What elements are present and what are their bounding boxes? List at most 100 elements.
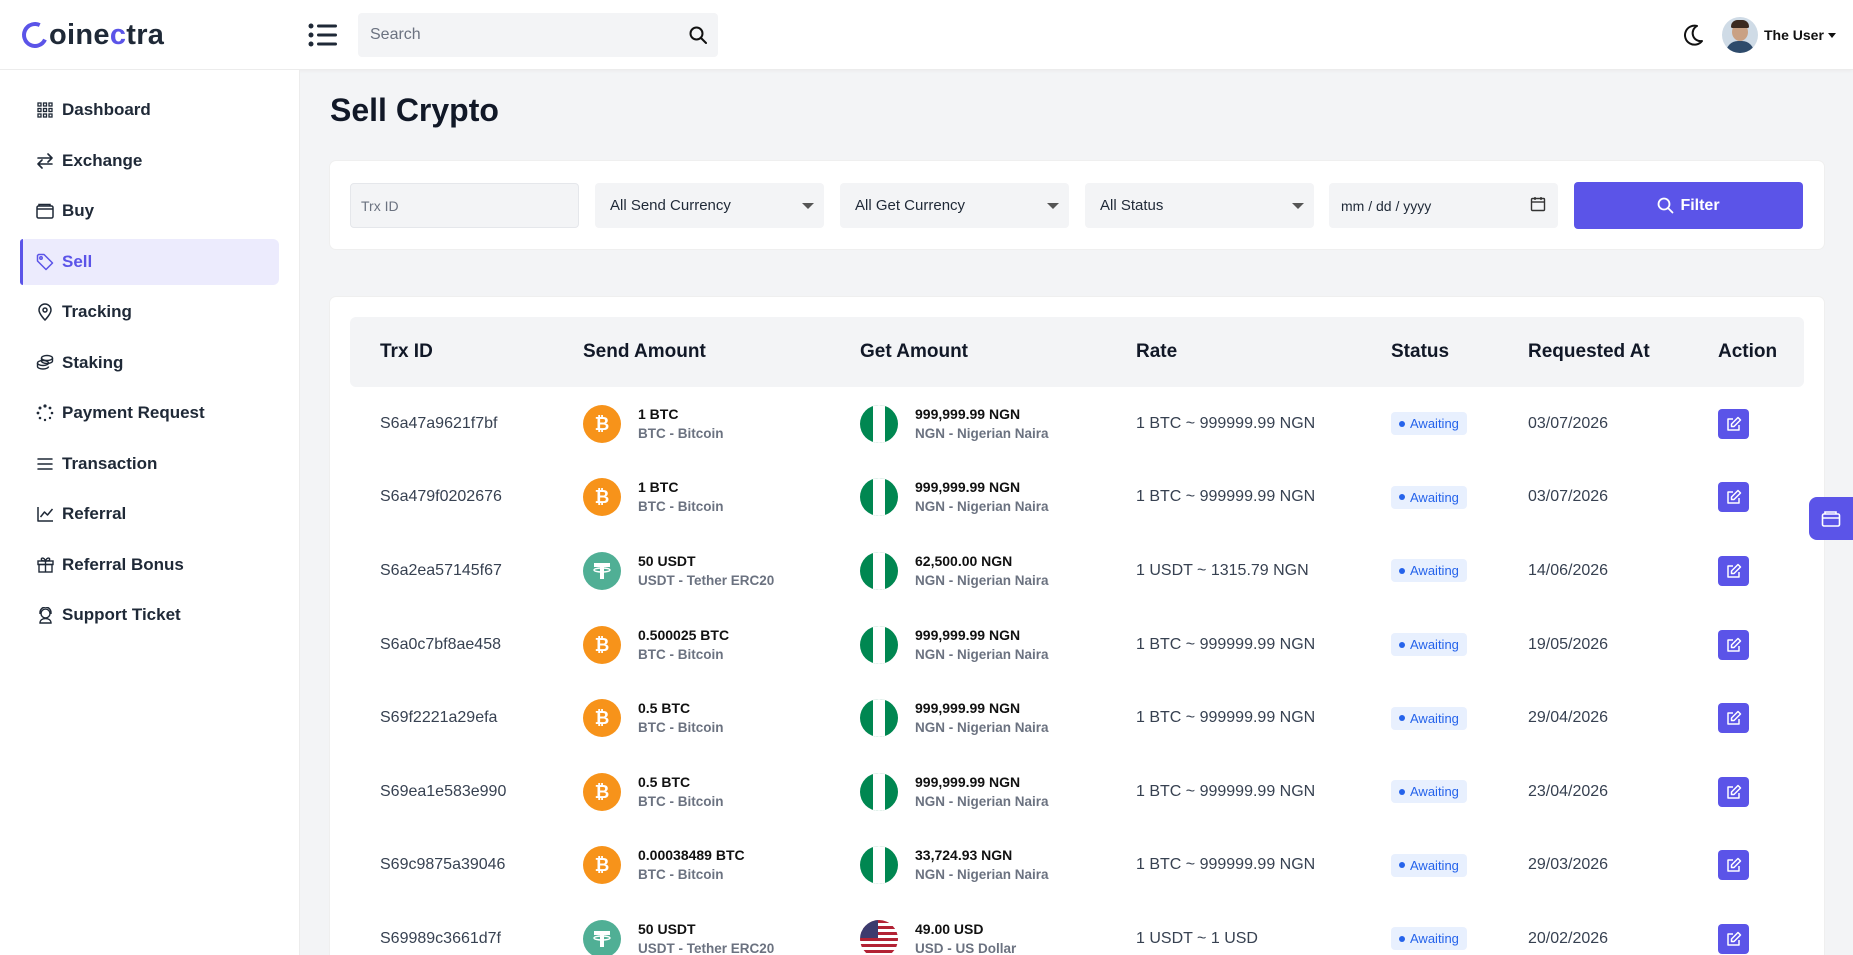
get-amount: 999,999.99 NGN <box>915 626 1021 643</box>
send-coin-name: BTC - Bitcoin <box>638 793 724 809</box>
send-currency-value: All Send Currency <box>610 197 731 214</box>
edit-icon <box>1726 490 1741 505</box>
send-amount-cell: ₿ 0.5 BTC BTC - Bitcoin <box>583 681 724 755</box>
send-amount-cell: 50 USDT USDT - Tether ERC20 <box>583 902 774 955</box>
trx-id-cell: S69989c3661d7f <box>380 902 501 955</box>
svg-text:₿: ₿ <box>595 708 610 728</box>
send-coin-name: USDT - Tether ERC20 <box>638 572 775 588</box>
status-dot-icon <box>1399 567 1405 574</box>
send-amount-cell: ₿ 1 BTC BTC - Bitcoin <box>583 387 724 461</box>
edit-button[interactable] <box>1718 482 1749 513</box>
edit-button[interactable] <box>1718 408 1749 439</box>
rate-cell: 1 USDT ~ 1315.79 NGN <box>1136 534 1309 608</box>
filter-button-label: Filter <box>1680 196 1720 214</box>
status-dot-icon <box>1399 420 1405 427</box>
status-dot-icon <box>1399 715 1405 722</box>
send-coin-name: BTC - Bitcoin <box>638 499 724 515</box>
send-amount: 0.00038489 BTC <box>638 847 745 864</box>
sidebar-item-support-ticket[interactable]: Support Ticket <box>20 592 279 638</box>
status-text: Awaiting <box>1410 637 1459 653</box>
requested-date: 14/06/2026 <box>1528 561 1609 579</box>
get-currency-select[interactable]: All Get Currency <box>840 183 1069 228</box>
get-amount-cell: 33,724.93 NGN NGN - Nigerian Naira <box>860 829 1049 903</box>
status-cell: Awaiting <box>1391 829 1467 903</box>
send-coin-name: BTC - Bitcoin <box>638 425 724 441</box>
edit-button[interactable] <box>1718 923 1749 954</box>
trx-id-cell: S6a0c7bf8ae458 <box>380 608 501 682</box>
sidebar-item-payment-request[interactable]: Payment Request <box>20 390 279 436</box>
brand-name-start: oine <box>49 18 110 51</box>
requested-at-cell: 20/02/2026 <box>1528 902 1608 955</box>
requested-date: 29/04/2026 <box>1528 709 1609 727</box>
caret-down-icon <box>1827 32 1836 38</box>
edit-button[interactable] <box>1718 629 1749 660</box>
sidebar-item-label: Referral Bonus <box>62 554 184 574</box>
user-menu[interactable]: The User <box>1722 17 1836 53</box>
floating-wallet-button[interactable] <box>1809 497 1853 540</box>
sidebar-item-tracking[interactable]: Tracking <box>20 289 279 335</box>
search-icon[interactable] <box>678 13 718 57</box>
grid-icon <box>36 101 54 119</box>
btc-coin-icon: ₿ <box>583 846 621 885</box>
dark-mode-moon-icon[interactable] <box>1680 22 1706 48</box>
sidebar-item-referral-bonus[interactable]: Referral Bonus <box>20 542 279 588</box>
send-amount: 50 USDT <box>638 920 696 937</box>
get-amount-cell: 999,999.99 NGN NGN - Nigerian Naira <box>860 461 1049 535</box>
filter-button[interactable]: Filter <box>1574 182 1803 229</box>
status-dot-icon <box>1399 862 1405 869</box>
rate-cell: 1 BTC ~ 999999.99 NGN <box>1136 755 1315 829</box>
edit-icon <box>1726 416 1741 431</box>
get-currency-name: NGN - Nigerian Naira <box>915 572 1049 588</box>
status-text: Awaiting <box>1410 857 1459 873</box>
column-header-rate: Rate <box>1136 341 1178 362</box>
status-badge: Awaiting <box>1391 559 1467 583</box>
edit-button[interactable] <box>1718 850 1749 881</box>
trx-id-cell: S69ea1e583e990 <box>380 755 506 829</box>
ngn-flag-icon <box>860 478 898 517</box>
sidebar-item-referral[interactable]: Referral <box>20 491 279 537</box>
svg-text:₿: ₿ <box>595 414 610 434</box>
column-header-action: Action <box>1718 341 1778 362</box>
sidebar-item-sell[interactable]: Sell <box>20 238 279 285</box>
get-amount: 49.00 USD <box>915 920 984 937</box>
btc-coin-icon: ₿ <box>583 478 621 517</box>
status-cell: Awaiting <box>1391 534 1467 608</box>
calendar-icon[interactable] <box>1530 196 1546 215</box>
edit-button[interactable] <box>1718 703 1749 734</box>
sidebar-item-buy[interactable]: Buy <box>20 188 279 234</box>
requested-date: 23/04/2026 <box>1528 782 1609 800</box>
search-input[interactable] <box>358 13 678 57</box>
get-amount-cell: 999,999.99 NGN NGN - Nigerian Naira <box>860 681 1049 755</box>
status-select[interactable]: All Status <box>1085 183 1314 228</box>
rate-cell: 1 USDT ~ 1 USD <box>1136 902 1258 955</box>
edit-button[interactable] <box>1718 555 1749 586</box>
send-currency-select[interactable]: All Send Currency <box>595 183 824 228</box>
edit-button[interactable] <box>1718 776 1749 807</box>
sidebar-item-label: Transaction <box>62 453 158 473</box>
table-row: S6a0c7bf8ae458 ₿ 0.500025 BTC BTC - Bitcoin… <box>350 608 1804 682</box>
sidebar-item-dashboard[interactable]: Dashboard <box>20 87 279 133</box>
action-cell <box>1718 461 1749 535</box>
send-amount: 0.5 BTC <box>638 700 691 717</box>
requested-date: 20/02/2026 <box>1528 929 1609 947</box>
trx-id-input[interactable] <box>361 184 578 227</box>
sidebar-item-label: Support Ticket <box>62 605 181 624</box>
trx-id-cell: S69c9875a39046 <box>380 829 505 903</box>
brand-logo[interactable]: oine c tra <box>18 18 165 52</box>
btc-coin-icon: ₿ <box>583 625 621 664</box>
sidebar-item-label: Exchange <box>62 150 143 170</box>
chart-icon <box>36 505 54 523</box>
send-coin-name: BTC - Bitcoin <box>638 720 724 736</box>
sidebar-item-exchange[interactable]: Exchange <box>20 138 279 184</box>
date-input[interactable]: mm / dd / yyyy <box>1329 183 1558 228</box>
ngn-flag-icon <box>860 551 898 590</box>
brand-name-end: tra <box>126 18 165 51</box>
requested-at-cell: 29/03/2026 <box>1528 829 1608 903</box>
trx-id: S69989c3661d7f <box>380 929 501 947</box>
sidebar-item-transaction[interactable]: Transaction <box>20 441 279 487</box>
sidebar-item-staking[interactable]: Staking <box>20 340 279 386</box>
edit-icon <box>1726 710 1741 725</box>
menu-toggle-icon[interactable] <box>308 22 338 48</box>
dropdown-caret-icon <box>802 203 814 209</box>
trx-id: S69c9875a39046 <box>380 856 506 874</box>
